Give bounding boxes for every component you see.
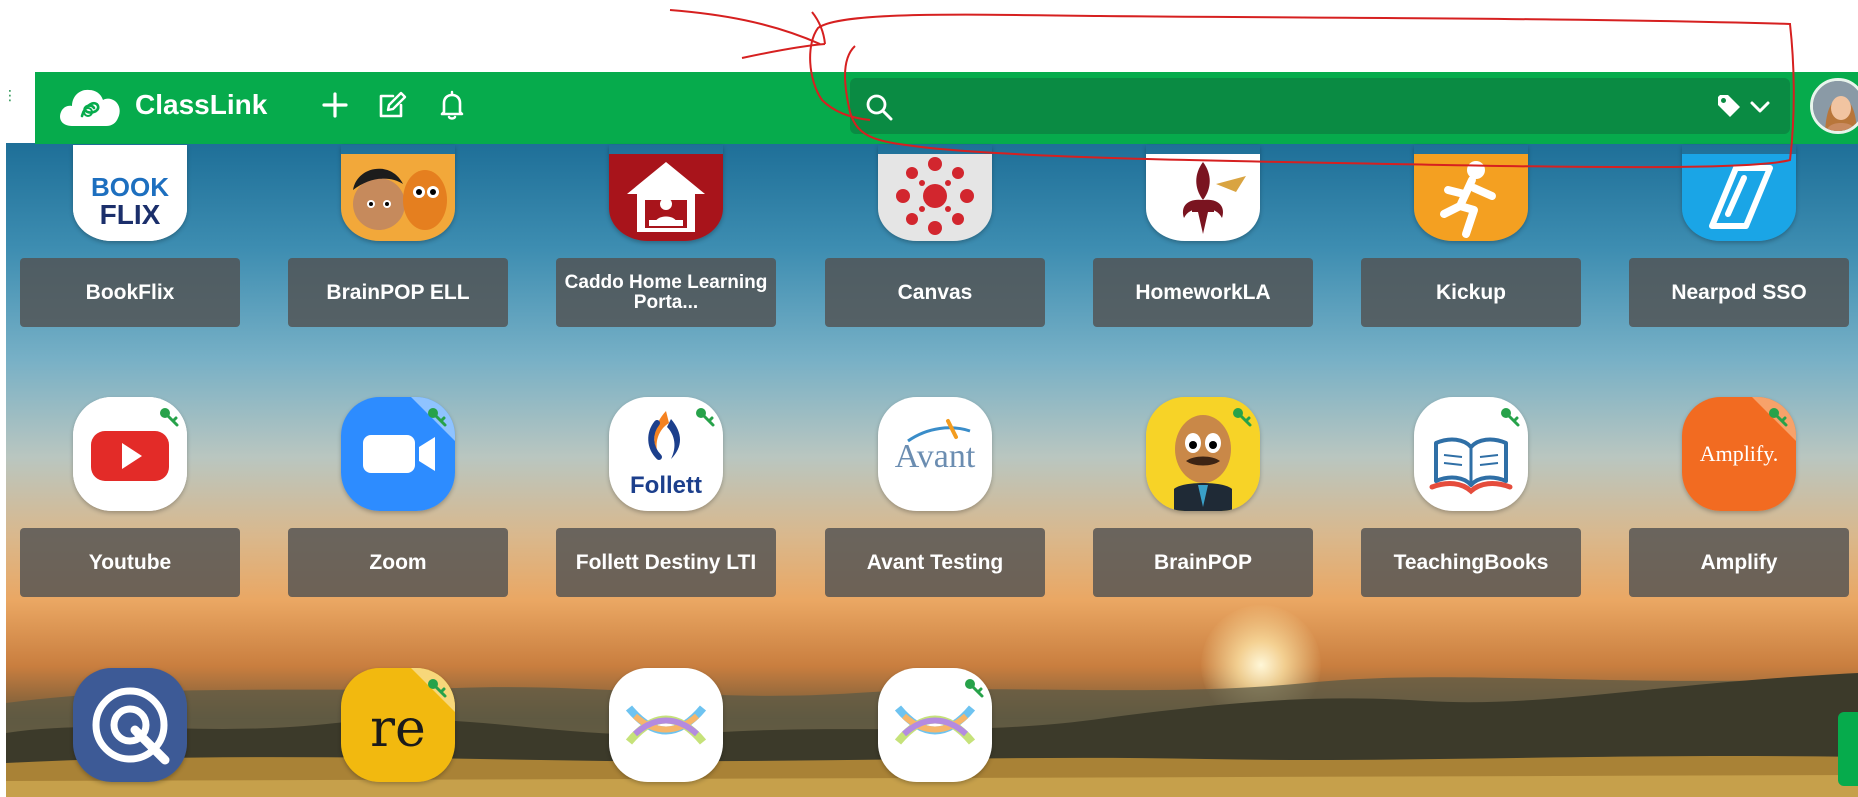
svg-text:Follett: Follett — [630, 472, 702, 499]
target-circle-icon[interactable] — [73, 668, 187, 782]
search-icon[interactable] — [864, 92, 894, 122]
app-label[interactable]: Zoom — [288, 528, 508, 597]
bell-icon[interactable] — [435, 88, 469, 122]
svg-text:Avant: Avant — [895, 438, 976, 475]
app-label[interactable]: Nearpod SSO — [1629, 258, 1849, 327]
teachingbooks-icon[interactable] — [1414, 397, 1528, 511]
zoom-icon[interactable] — [341, 397, 455, 511]
plus-icon[interactable] — [318, 88, 352, 122]
tag-icon[interactable] — [1716, 93, 1742, 119]
app-label[interactable]: Kickup — [1361, 258, 1581, 327]
app-label[interactable]: Youtube — [20, 528, 240, 597]
app-label[interactable]: Canvas — [825, 258, 1045, 327]
avatar[interactable] — [1810, 78, 1858, 134]
svg-text:FLIX: FLIX — [100, 199, 161, 230]
app-label[interactable]: Caddo Home Learning Porta... — [556, 258, 776, 327]
svg-text:BOOK: BOOK — [91, 172, 169, 202]
avant-icon[interactable]: Avant — [878, 397, 992, 511]
canvas-icon[interactable] — [878, 145, 992, 241]
search-input[interactable] — [908, 78, 1672, 136]
help-button[interactable] — [1838, 712, 1858, 786]
youtube-icon[interactable] — [73, 397, 187, 511]
classlink-logo-icon — [60, 89, 120, 126]
drag-handle[interactable]: ⋮ — [3, 89, 17, 118]
app-label[interactable]: TeachingBooks — [1361, 528, 1581, 597]
app-label[interactable]: HomeworkLA — [1093, 258, 1313, 327]
follett-icon[interactable]: Follett — [609, 397, 723, 511]
edit-note-icon[interactable] — [374, 88, 408, 122]
brainpop-icon[interactable] — [1146, 397, 1260, 511]
brainpop-ell-icon[interactable] — [341, 145, 455, 241]
seesaw-icon[interactable] — [878, 668, 992, 782]
app-label[interactable]: BookFlix — [20, 258, 240, 327]
app-label[interactable]: BrainPOP — [1093, 528, 1313, 597]
chevron-down-icon[interactable] — [1748, 95, 1772, 119]
brand-name[interactable]: ClassLink — [135, 89, 267, 121]
app-label[interactable]: BrainPOP ELL — [288, 258, 508, 327]
app-label[interactable]: Amplify — [1629, 528, 1849, 597]
amplify-icon[interactable]: Amplify. — [1682, 397, 1796, 511]
kickup-icon[interactable] — [1414, 145, 1528, 241]
svg-text:re: re — [370, 699, 426, 759]
caddo-home-icon[interactable] — [609, 145, 723, 241]
re-icon[interactable]: re — [341, 668, 455, 782]
nearpod-icon[interactable] — [1682, 145, 1796, 241]
bookflix-icon[interactable]: BOOK FLIX — [73, 145, 187, 241]
seesaw-icon[interactable] — [609, 668, 723, 782]
app-label[interactable]: Avant Testing — [825, 528, 1045, 597]
svg-text:Amplify.: Amplify. — [1700, 441, 1779, 466]
app-label[interactable]: Follett Destiny LTI — [556, 528, 776, 597]
homeworkla-icon[interactable] — [1146, 145, 1260, 241]
search-bar[interactable] — [850, 78, 1790, 136]
